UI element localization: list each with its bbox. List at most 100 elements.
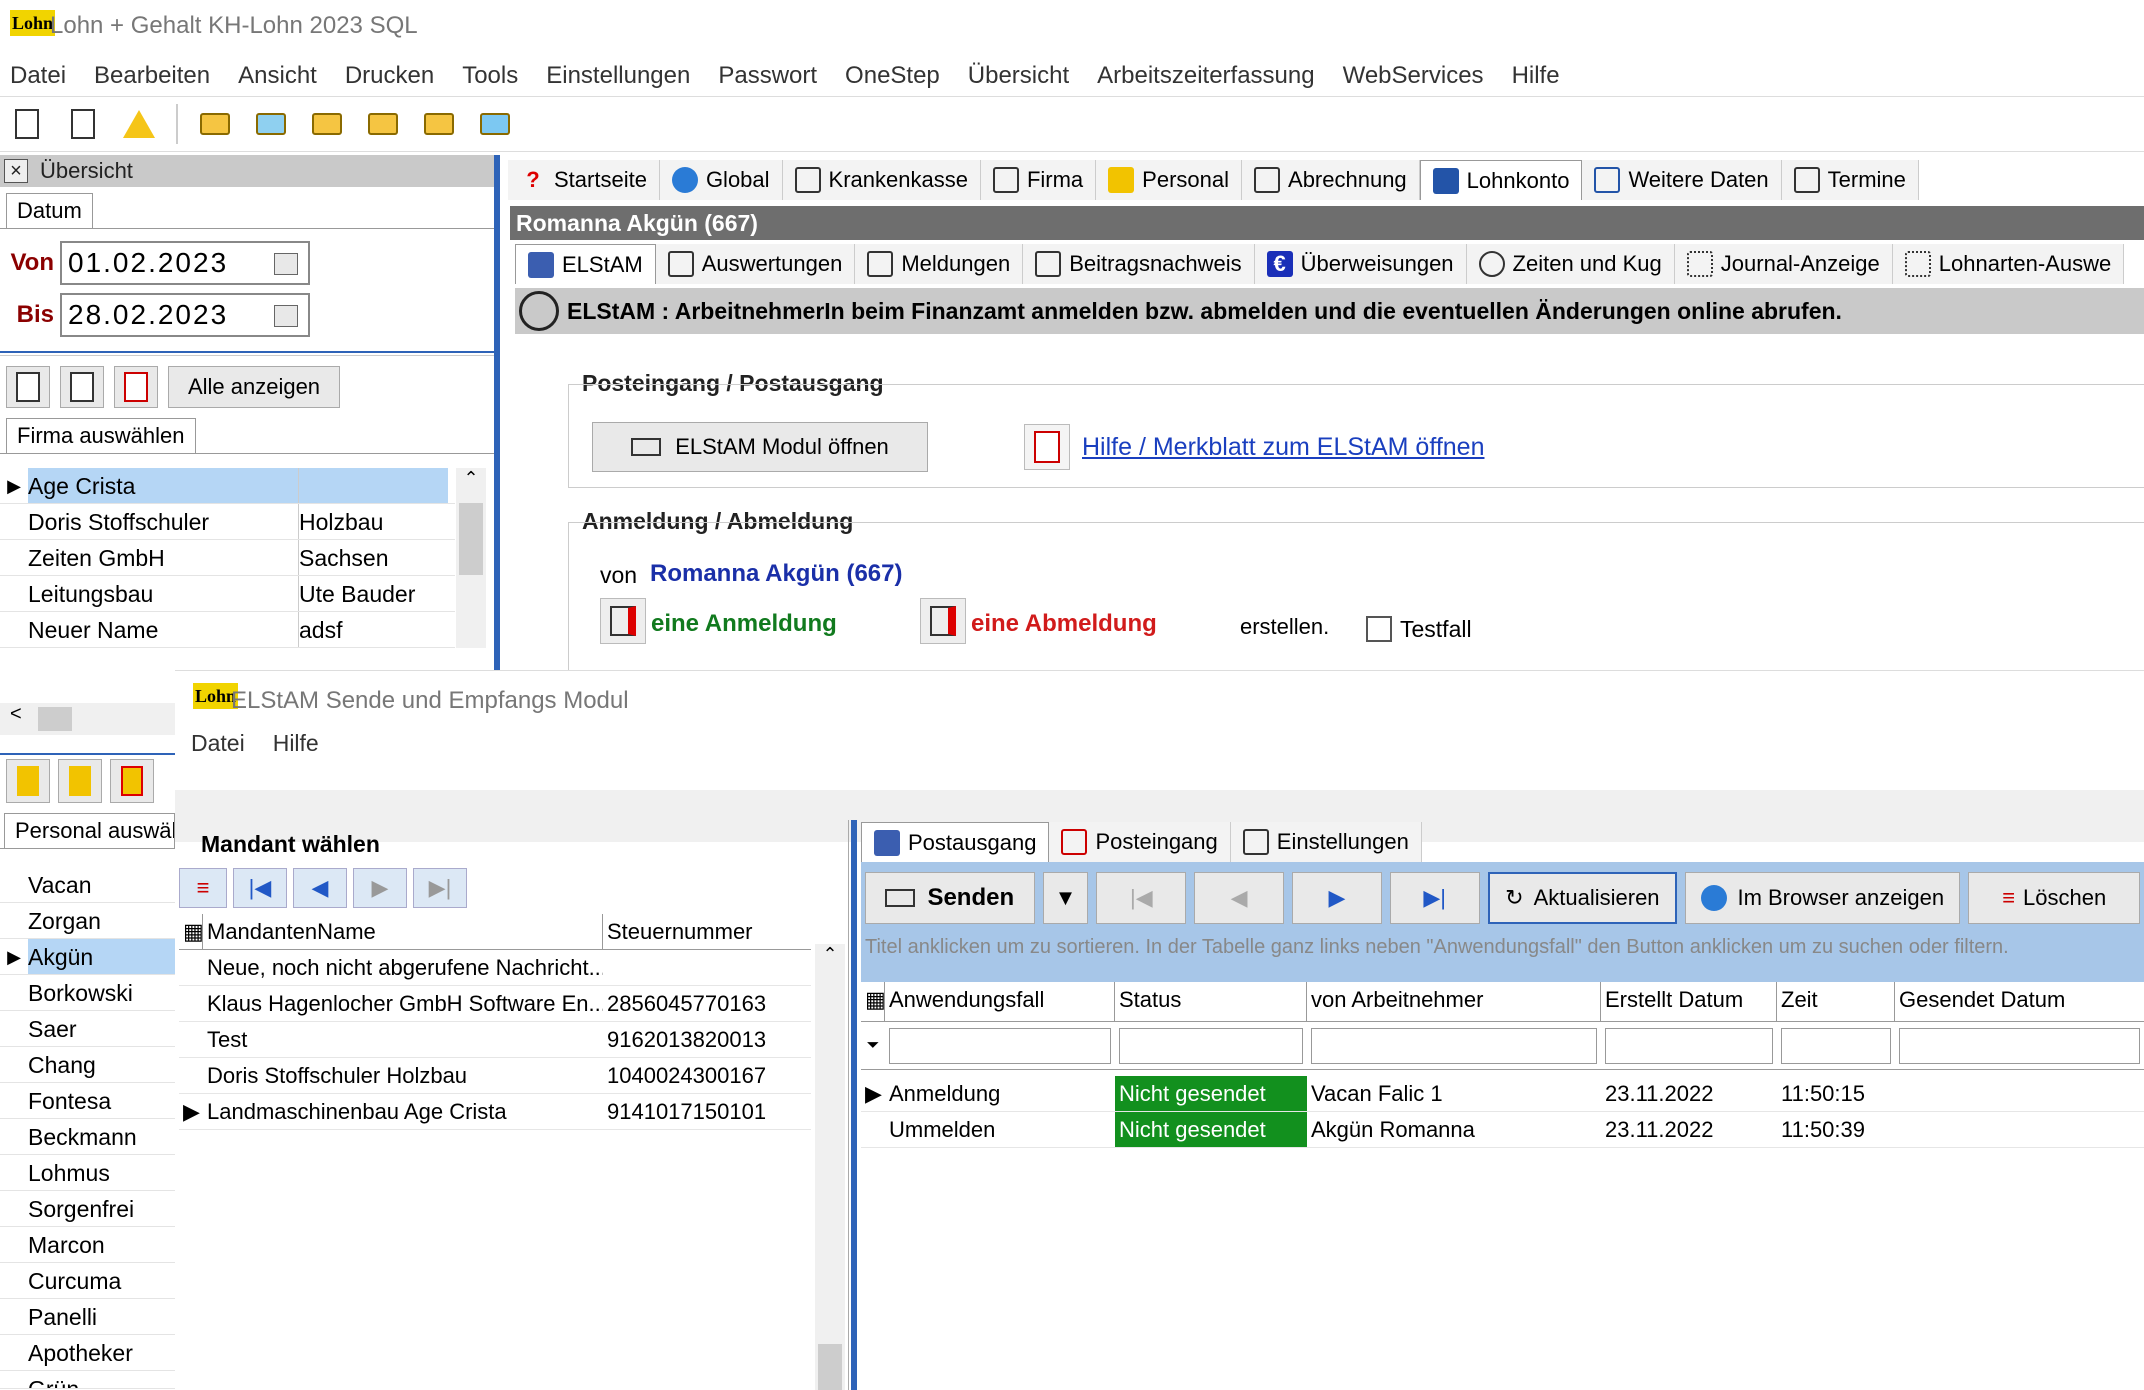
pdf-help-button[interactable] [1024, 424, 1070, 470]
tab-startseite[interactable]: ? Startseite [508, 160, 660, 200]
firm-row[interactable]: Neuer Name adsf [0, 612, 455, 648]
tab-posteingang[interactable]: Posteingang [1049, 822, 1231, 862]
menu-passwort[interactable]: Passwort [718, 62, 817, 90]
menu-uebersicht[interactable]: Übersicht [968, 62, 1069, 90]
menu-ansicht[interactable]: Ansicht [238, 62, 317, 90]
menu-einstellungen[interactable]: Einstellungen [546, 62, 690, 90]
tab-krankenkasse[interactable]: Krankenkasse [782, 160, 981, 200]
tab-global[interactable]: Global [659, 160, 783, 200]
person-row[interactable]: Curcuma [0, 1263, 175, 1299]
toolbar-folder3-button[interactable] [308, 105, 346, 143]
von-date-field[interactable]: 01.02.2023 [60, 241, 310, 285]
subtab-elstam[interactable]: ELStAM [515, 244, 656, 284]
col-gesendet-datum[interactable]: Gesendet Datum [1895, 982, 2144, 1021]
firm-row[interactable]: ▶ Age Crista [0, 468, 455, 504]
person-row[interactable]: Zorgan [0, 903, 175, 939]
person-row[interactable]: Fontesa [0, 1083, 175, 1119]
scroll-left-icon[interactable]: < [0, 703, 22, 725]
tab-firma[interactable]: Firma [980, 160, 1097, 200]
testfall-checkbox[interactable] [1366, 616, 1392, 642]
anmeldung-button[interactable] [600, 598, 646, 644]
firm-list-button[interactable] [6, 366, 50, 408]
toolbar-document-button[interactable] [64, 105, 102, 143]
person-row[interactable]: Panelli [0, 1299, 175, 1335]
tab-postausgang[interactable]: Postausgang [861, 822, 1050, 862]
splitter[interactable] [851, 820, 857, 1390]
col-mandantenname[interactable]: MandantenName [203, 914, 603, 949]
next-button[interactable]: ▶ [1292, 872, 1382, 924]
filter-anwendungsfall-input[interactable] [889, 1027, 1111, 1064]
menu-drucken[interactable]: Drucken [345, 62, 434, 90]
firm-add-button[interactable] [60, 366, 104, 408]
col-status[interactable]: Status [1115, 982, 1307, 1021]
tab-einstellungen[interactable]: Einstellungen [1230, 822, 1422, 862]
firm-delete-button[interactable] [114, 366, 158, 408]
subtab-zeiten-und-kug[interactable]: Zeiten und Kug [1466, 244, 1675, 284]
mandant-row[interactable]: Neue, noch nicht abgerufene Nachricht... [179, 950, 811, 986]
postausgang-row[interactable]: Ummelden Nicht gesendet Akgün Romanna 23… [861, 1112, 2144, 1148]
menu-hilfe[interactable]: Hilfe [1512, 62, 1560, 90]
subtab-journal-anzeige[interactable]: Journal-Anzeige [1674, 244, 1893, 284]
mandant-row[interactable]: Klaus Hagenlocher GmbH Software En... 285… [179, 986, 811, 1022]
scroll-thumb[interactable] [818, 1344, 842, 1390]
toolbar-import-button[interactable] [8, 105, 46, 143]
toolbar-web-button[interactable] [476, 105, 514, 143]
firm-row[interactable]: Doris Stoffschuler Holzbau [0, 504, 455, 540]
person-row[interactable]: Sorgenfrei [0, 1191, 175, 1227]
person-row[interactable]: Beckmann [0, 1119, 175, 1155]
abmeldung-button[interactable] [920, 598, 966, 644]
senden-dropdown[interactable]: ▼ [1042, 872, 1089, 924]
mandant-row[interactable]: Test 9162013820013 [179, 1022, 811, 1058]
person-row[interactable]: Saer [0, 1011, 175, 1047]
open-module-button[interactable]: ELStAM Modul öffnen [592, 422, 928, 472]
person-run-button[interactable] [6, 759, 50, 803]
person-add-button[interactable] [58, 759, 102, 803]
person-row[interactable]: Lohmus [0, 1155, 175, 1191]
person-row[interactable]: Marcon [0, 1227, 175, 1263]
toolbar-open-button[interactable] [196, 105, 234, 143]
menu-onestep[interactable]: OneStep [845, 62, 940, 90]
firm-row[interactable]: Leitungsbau Ute Bauder [0, 576, 455, 612]
filter-gesendet-input[interactable] [1899, 1027, 2140, 1064]
col-anwendungsfall[interactable]: Anwendungsfall [885, 982, 1115, 1021]
mandant-row[interactable]: Doris Stoffschuler Holzbau 1040024300167 [179, 1058, 811, 1094]
mandant-last-button[interactable]: ▶| [413, 868, 467, 908]
mandant-filter-button[interactable]: ≡ [179, 868, 227, 908]
loeschen-button[interactable]: ≡ Löschen [1968, 872, 2141, 924]
calendar-icon[interactable] [274, 305, 298, 327]
first-button[interactable]: |◀ [1096, 872, 1187, 924]
mandant-scrollbar[interactable]: ⌃ [815, 944, 845, 1390]
postausgang-row[interactable]: ▶ Anmeldung Nicht gesendet Vacan Falic 1… [861, 1076, 2144, 1112]
firm-row[interactable]: Zeiten GmbH Sachsen [0, 540, 455, 576]
close-icon[interactable]: × [4, 159, 28, 183]
mandant-prev-button[interactable]: ◀ [293, 868, 347, 908]
person-delete-button[interactable] [110, 759, 154, 803]
prev-button[interactable]: ◀ [1194, 872, 1285, 924]
col-steuernummer[interactable]: Steuernummer [603, 914, 803, 949]
filter-status-input[interactable] [1119, 1027, 1303, 1064]
last-button[interactable]: ▶| [1389, 872, 1480, 924]
person-row[interactable]: Apotheker [0, 1335, 175, 1371]
tab-lohnkonto[interactable]: Lohnkonto [1419, 160, 1583, 200]
h-scrollbar[interactable]: < [0, 703, 175, 735]
anmeldung-label[interactable]: eine Anmeldung [651, 610, 837, 638]
menu-arbeitszeiterfassung[interactable]: Arbeitszeiterfassung [1097, 62, 1314, 90]
browser-button[interactable]: Im Browser anzeigen [1685, 872, 1961, 924]
aktualisieren-button[interactable]: ↻ Aktualisieren [1487, 872, 1678, 924]
scroll-up-icon[interactable]: ⌃ [456, 468, 486, 489]
tab-personal[interactable]: Personal [1096, 160, 1243, 200]
tab-termine[interactable]: Termine [1781, 160, 1919, 200]
tab-firma-auswaehlen[interactable]: Firma auswählen [6, 418, 196, 453]
module-menu-hilfe[interactable]: Hilfe [273, 730, 319, 790]
filter-arbeitnehmer-input[interactable] [1311, 1027, 1597, 1064]
grid-options-icon[interactable]: ▦ [179, 914, 204, 949]
person-row[interactable]: Grün [0, 1371, 175, 1389]
help-link[interactable]: Hilfe / Merkblatt zum ELStAM öffnen [1082, 433, 1484, 462]
mandant-first-button[interactable]: |◀ [233, 868, 287, 908]
toolbar-folder4-button[interactable] [364, 105, 402, 143]
person-row[interactable]: Borkowski [0, 975, 175, 1011]
person-row[interactable]: Chang [0, 1047, 175, 1083]
toolbar-warning-button[interactable] [120, 105, 158, 143]
abmeldung-label[interactable]: eine Abmeldung [971, 610, 1157, 638]
tab-datum[interactable]: Datum [6, 193, 93, 228]
